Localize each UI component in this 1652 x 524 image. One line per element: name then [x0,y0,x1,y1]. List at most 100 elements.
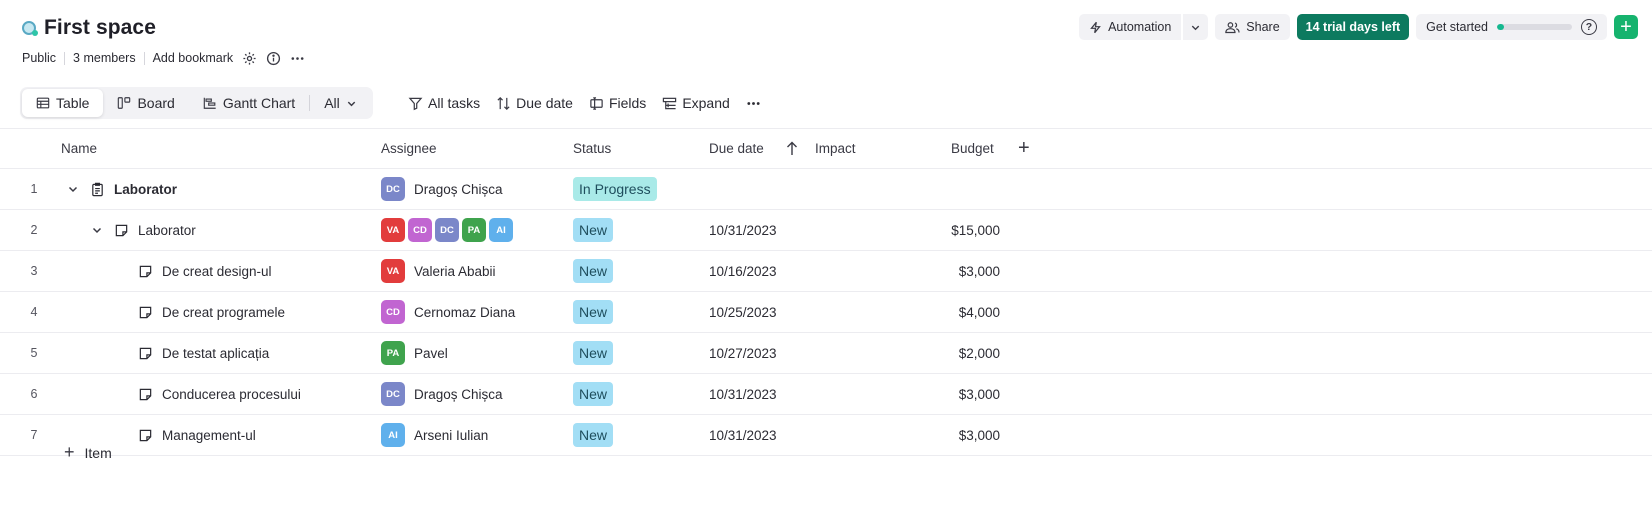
get-started-button[interactable]: Get started ? [1416,14,1607,40]
help-icon[interactable]: ? [1581,19,1597,35]
budget-cell[interactable]: $4,000 [930,292,1000,332]
status-cell[interactable]: New [573,251,703,291]
status-cell[interactable]: New [573,210,703,250]
tab-board[interactable]: Board [103,89,188,117]
filter-button[interactable]: All tasks [408,95,480,111]
fields-button[interactable]: Fields [589,95,646,111]
item-name: Laborator [138,222,196,238]
name-cell[interactable]: Laborator [90,210,390,250]
visibility-label[interactable]: Public [22,51,56,65]
chevron-down-icon[interactable] [66,182,80,196]
column-header-due-date[interactable]: Due date [709,129,819,168]
page-title[interactable]: First space [44,16,156,40]
status-cell[interactable]: New [573,415,703,455]
automation-split: Automation [1079,14,1209,40]
assignee-cell[interactable]: VA CD DC PA AI [381,210,551,250]
more-horizontal-icon[interactable] [289,50,305,66]
add-bookmark-link[interactable]: Add bookmark [153,51,234,65]
sort-label: Due date [516,95,573,111]
budget-cell[interactable]: $3,000 [930,415,1000,455]
budget-cell[interactable]: $2,000 [930,333,1000,373]
status-cell[interactable]: New [573,374,703,414]
item-name: De creat design-ul [162,263,272,279]
table-row[interactable]: 4 De creat programele CD Cernomaz Diana … [0,292,1652,333]
column-header-budget[interactable]: Budget [951,129,1021,168]
chevron-down-icon[interactable] [90,223,104,237]
add-item-label: Item [84,444,112,461]
trial-days-button[interactable]: 14 trial days left [1296,14,1410,40]
status-cell[interactable]: In Progress [573,169,703,209]
status-badge: New [573,341,614,365]
members-link[interactable]: 3 members [73,51,136,65]
sort-button[interactable]: Due date [496,95,573,111]
more-horizontal-icon [747,101,760,105]
table-row[interactable]: 3 De creat design-ul VA Valeria Ababii N… [0,251,1652,292]
assignee-name: Pavel [414,345,448,361]
table-row[interactable]: 6 Conducerea procesului DC Dragoș Chișca… [0,374,1652,415]
avatar: DC [435,218,459,242]
assignee-cell[interactable]: VA Valeria Ababii [381,251,551,291]
due-date-cell[interactable]: 10/31/2023 [709,415,819,455]
assignee-cell[interactable]: CD Cernomaz Diana [381,292,551,332]
row-number: 3 [30,264,38,278]
row-number: 4 [30,305,38,319]
divider [64,51,66,65]
assignee-cell[interactable]: DC Dragoș Chișca [381,374,551,414]
sort-ascending-icon[interactable] [786,129,798,168]
note-icon [138,428,153,443]
due-date-cell[interactable]: 10/31/2023 [709,374,819,414]
add-item-button[interactable]: + Item [64,442,112,463]
avatar: VA [381,218,405,242]
filter-icon [408,97,423,110]
get-started-label: Get started [1426,20,1488,34]
get-started-progress [1497,24,1572,30]
tab-all-views[interactable]: All [310,89,371,117]
gantt-icon [203,97,216,109]
avatar: PA [462,218,486,242]
status-cell[interactable]: New [573,333,703,373]
assignee-cell[interactable]: DC Dragoș Chișca [381,169,551,209]
column-header-status[interactable]: Status [573,129,703,168]
due-date-cell[interactable]: 10/25/2023 [709,292,819,332]
budget-cell[interactable]: $15,000 [930,210,1000,250]
filter-label: All tasks [428,95,481,111]
column-header-assignee[interactable]: Assignee [381,129,551,168]
budget-cell[interactable] [930,169,1000,209]
assignee-cell[interactable]: PA Pavel [381,333,551,373]
plus-icon: + [64,442,75,462]
status-badge: New [573,423,614,447]
column-header-impact[interactable]: Impact [815,129,925,168]
name-cell[interactable]: Laborator [66,169,366,209]
automation-button[interactable]: Automation [1079,14,1182,40]
item-name: Laborator [114,181,178,197]
due-date-cell[interactable]: 10/31/2023 [709,210,819,250]
avatar-group: VA CD DC PA AI [381,218,513,242]
status-badge: New [573,300,614,324]
table-row[interactable]: 7 Management-ul AI Arseni Iulian New 10/… [0,415,1652,456]
add-button[interactable]: + [1614,15,1638,39]
table-row[interactable]: 5 De testat aplicația PA Pavel New 10/27… [0,333,1652,374]
item-name: Conducerea procesului [162,386,301,402]
more-options-button[interactable] [746,96,761,111]
tab-gantt[interactable]: Gantt Chart [189,89,309,117]
info-icon[interactable] [265,50,281,66]
share-button[interactable]: Share [1215,14,1290,40]
table-row[interactable]: 1 Laborator DC Dragoș Chișca In Progress [0,169,1652,210]
tab-label: Board [137,95,175,111]
expand-button[interactable]: Expand [662,95,730,111]
tab-table[interactable]: Table [22,89,104,117]
due-date-cell[interactable]: 10/16/2023 [709,251,819,291]
due-date-cell[interactable]: 10/27/2023 [709,333,819,373]
budget-cell[interactable]: $3,000 [930,374,1000,414]
automation-dropdown[interactable] [1183,14,1209,40]
column-header-name[interactable]: Name [61,129,361,168]
add-column-icon[interactable]: + [1018,129,1038,168]
item-name: Management-ul [162,427,256,443]
status-cell[interactable]: New [573,292,703,332]
row-number: 2 [30,223,38,237]
assignee-cell[interactable]: AI Arseni Iulian [381,415,551,455]
gear-icon[interactable] [241,50,257,66]
table-row[interactable]: 2 Laborator VA CD DC PA AI New 10/31/202… [0,210,1652,251]
budget-cell[interactable]: $3,000 [930,251,1000,291]
due-date-cell[interactable] [709,169,819,209]
